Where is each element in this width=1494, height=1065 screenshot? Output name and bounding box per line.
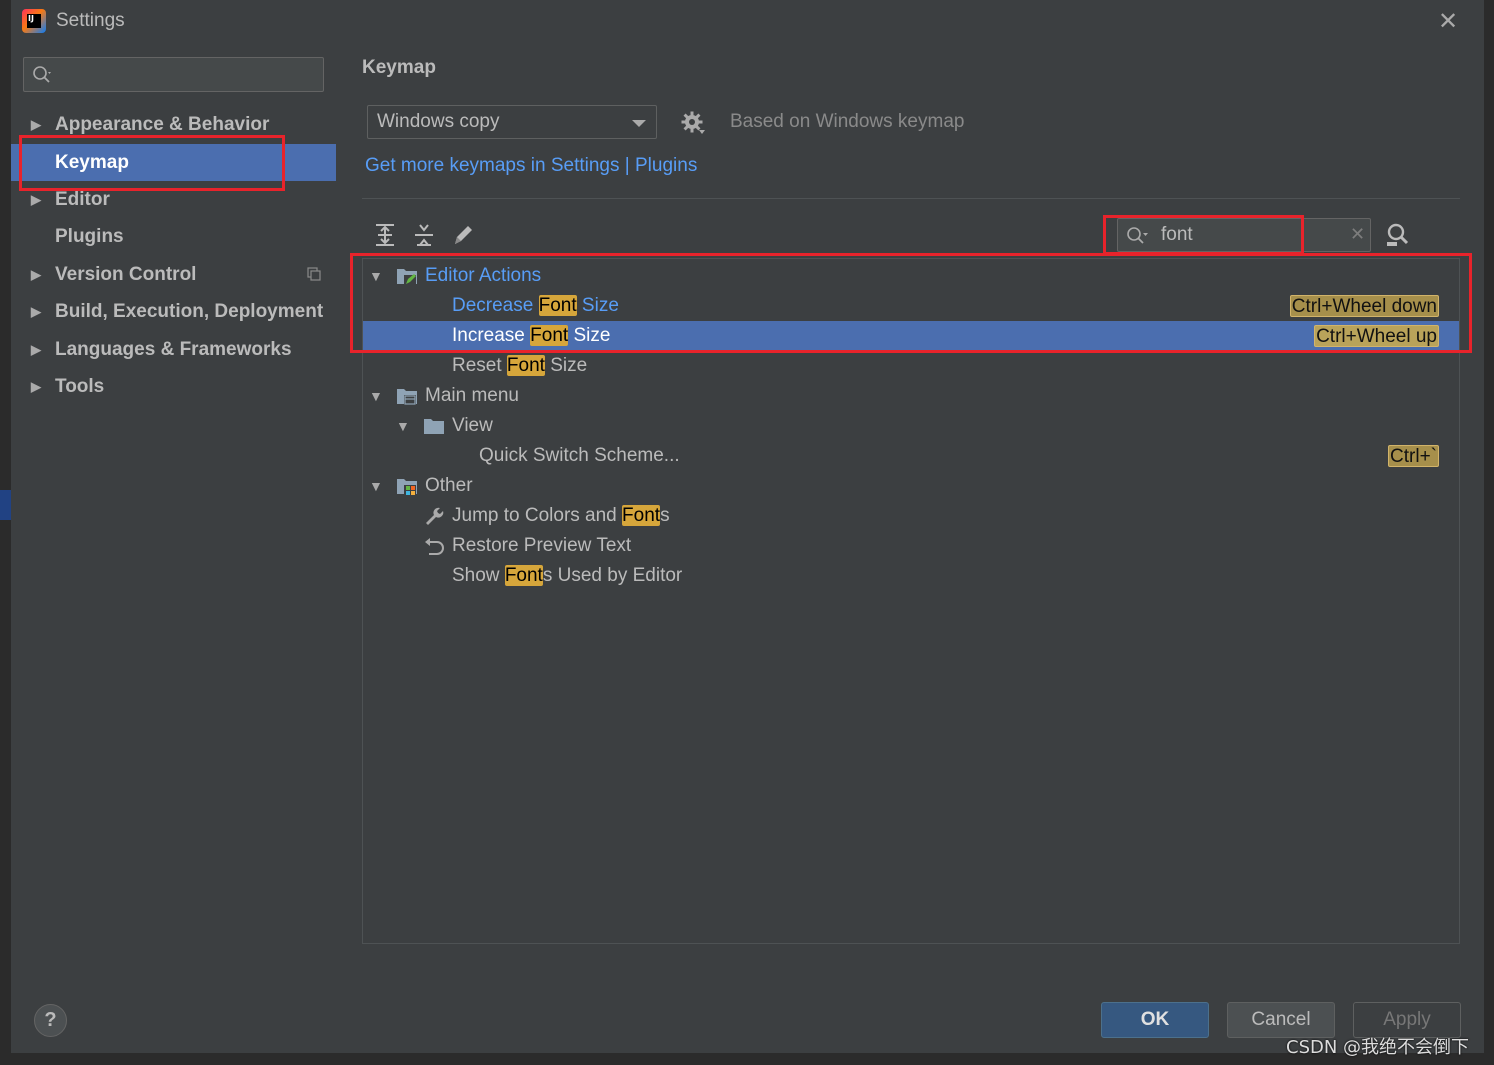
shortcut-badge: Ctrl+Wheel up — [1314, 325, 1439, 347]
background-editor-right — [1484, 0, 1494, 1065]
action-label: Quick Switch Scheme... — [479, 445, 680, 466]
clear-search-icon[interactable]: ✕ — [1350, 219, 1365, 251]
keymap-scheme-select[interactable]: Windows copy — [367, 105, 657, 139]
title-bar: IJ Settings ✕ — [11, 0, 1484, 42]
wrench-icon — [426, 507, 444, 525]
action-row-show-fonts-used-by-editor[interactable]: Show Fonts Used by Editor — [363, 561, 1459, 591]
expand-arrow-icon[interactable]: ▶ — [31, 106, 41, 143]
gear-icon[interactable] — [680, 110, 706, 136]
background-editor-bottom — [0, 1053, 1494, 1065]
page-title: Keymap — [362, 57, 436, 78]
help-button[interactable]: ? — [34, 1004, 67, 1037]
expand-arrow-icon[interactable]: ▶ — [31, 331, 41, 368]
sidebar-item-appearance-behavior[interactable]: ▶ Appearance & Behavior — [11, 106, 336, 143]
expand-arrow-icon[interactable]: ▶ — [31, 256, 41, 293]
action-label: Restore Preview Text — [452, 535, 632, 556]
keymap-actions-tree: ▼ Editor Actions Decrease Font Size Ctrl… — [362, 258, 1460, 944]
tree-group-label: Main menu — [425, 385, 519, 406]
filter-value: font — [1161, 224, 1193, 245]
action-label: Reset Font Size — [452, 355, 588, 376]
sidebar-item-languages-frameworks[interactable]: ▶ Languages & Frameworks — [11, 331, 336, 368]
intellij-logo-icon: IJ — [22, 9, 46, 33]
more-keymaps-link-row: Get more keymaps in Settings | Plugins — [365, 155, 697, 177]
main-menu-icon — [397, 389, 417, 405]
expand-arrow-icon[interactable]: ▶ — [31, 293, 41, 330]
shortcut-badge: Ctrl+` — [1388, 445, 1439, 467]
sidebar-item-editor[interactable]: ▶ Editor — [11, 181, 336, 218]
tree-group-label: View — [452, 415, 493, 436]
expand-all-icon[interactable] — [373, 222, 397, 248]
collapse-arrow-icon[interactable]: ▼ — [369, 381, 383, 411]
shortcut-badge: Ctrl+Wheel down — [1289, 295, 1439, 317]
action-label: Jump to Colors and Fonts — [452, 505, 670, 526]
other-group-icon — [397, 479, 417, 495]
link-separator: | — [619, 155, 635, 176]
keymap-scheme-value: Windows copy — [377, 111, 500, 132]
settings-search-input[interactable] — [23, 57, 324, 92]
folder-icon — [424, 419, 444, 434]
find-by-shortcut-icon[interactable] — [1384, 222, 1412, 248]
collapse-arrow-icon[interactable]: ▼ — [369, 471, 383, 501]
background-editor-left — [0, 0, 11, 1065]
undo-icon — [425, 538, 444, 555]
tree-group-editor-actions[interactable]: ▼ Editor Actions — [363, 261, 1459, 291]
sidebar-item-version-control[interactable]: ▶ Version Control — [11, 256, 336, 293]
search-icon — [33, 66, 51, 83]
keymap-panel: Keymap Windows copy Based on Windows key… — [336, 42, 1484, 982]
edit-shortcut-icon[interactable] — [451, 222, 475, 248]
expand-arrow-icon[interactable]: ▶ — [31, 181, 41, 218]
settings-sidebar: ▶ Appearance & Behavior Keymap ▶ Editor … — [11, 42, 336, 982]
more-keymaps-link[interactable]: Get more keymaps in Settings — [365, 155, 620, 176]
tree-group-label: Editor Actions — [425, 265, 542, 286]
action-row-reset-font-size[interactable]: Reset Font Size — [363, 351, 1459, 381]
sidebar-item-build-execution-deployment[interactable]: ▶ Build, Execution, Deployment — [11, 293, 336, 330]
divider — [362, 198, 1460, 199]
dialog-footer: ? OK Cancel Apply — [11, 982, 1484, 1053]
action-row-increase-font-size[interactable]: Increase Font Size Ctrl+Wheel up — [363, 321, 1459, 351]
plugins-link[interactable]: Plugins — [635, 155, 697, 176]
tree-group-label: Other — [425, 475, 473, 496]
expand-arrow-icon[interactable]: ▶ — [31, 368, 41, 405]
tree-group-view[interactable]: ▼ View — [363, 411, 1459, 441]
settings-dialog: IJ Settings ✕ ▶ Appearance & Behavior Ke… — [11, 0, 1484, 1053]
action-row-jump-to-colors-and-fonts[interactable]: Jump to Colors and Fonts — [363, 501, 1459, 531]
action-row-restore-preview-text[interactable]: Restore Preview Text — [363, 531, 1459, 561]
sidebar-item-keymap[interactable]: Keymap — [11, 144, 336, 181]
based-on-label: Based on Windows keymap — [730, 111, 965, 132]
project-settings-icon — [307, 267, 321, 281]
collapse-all-icon[interactable] — [412, 222, 436, 248]
tree-group-main-menu[interactable]: ▼ Main menu — [363, 381, 1459, 411]
watermark: CSDN @我绝不会倒下 — [1286, 1037, 1470, 1058]
window-title: Settings — [56, 10, 125, 31]
close-icon[interactable]: ✕ — [1435, 8, 1461, 34]
ok-button[interactable]: OK — [1101, 1002, 1209, 1038]
action-label: Increase Font Size — [452, 325, 611, 346]
sidebar-item-plugins[interactable]: Plugins — [11, 218, 336, 255]
chevron-down-icon — [632, 120, 646, 127]
keymap-filter-input[interactable]: font ✕ — [1117, 218, 1371, 252]
action-row-decrease-font-size[interactable]: Decrease Font Size Ctrl+Wheel down — [363, 291, 1459, 321]
editor-actions-icon — [397, 269, 417, 285]
collapse-arrow-icon[interactable]: ▼ — [369, 261, 383, 291]
search-icon — [1127, 227, 1148, 244]
action-label: Show Fonts Used by Editor — [452, 565, 683, 586]
action-label: Decrease Font Size — [452, 295, 619, 316]
action-row-quick-switch-scheme[interactable]: Quick Switch Scheme... Ctrl+` — [363, 441, 1459, 471]
sidebar-item-tools[interactable]: ▶ Tools — [11, 368, 336, 405]
collapse-arrow-icon[interactable]: ▼ — [396, 411, 410, 441]
tree-group-other[interactable]: ▼ Other — [363, 471, 1459, 501]
